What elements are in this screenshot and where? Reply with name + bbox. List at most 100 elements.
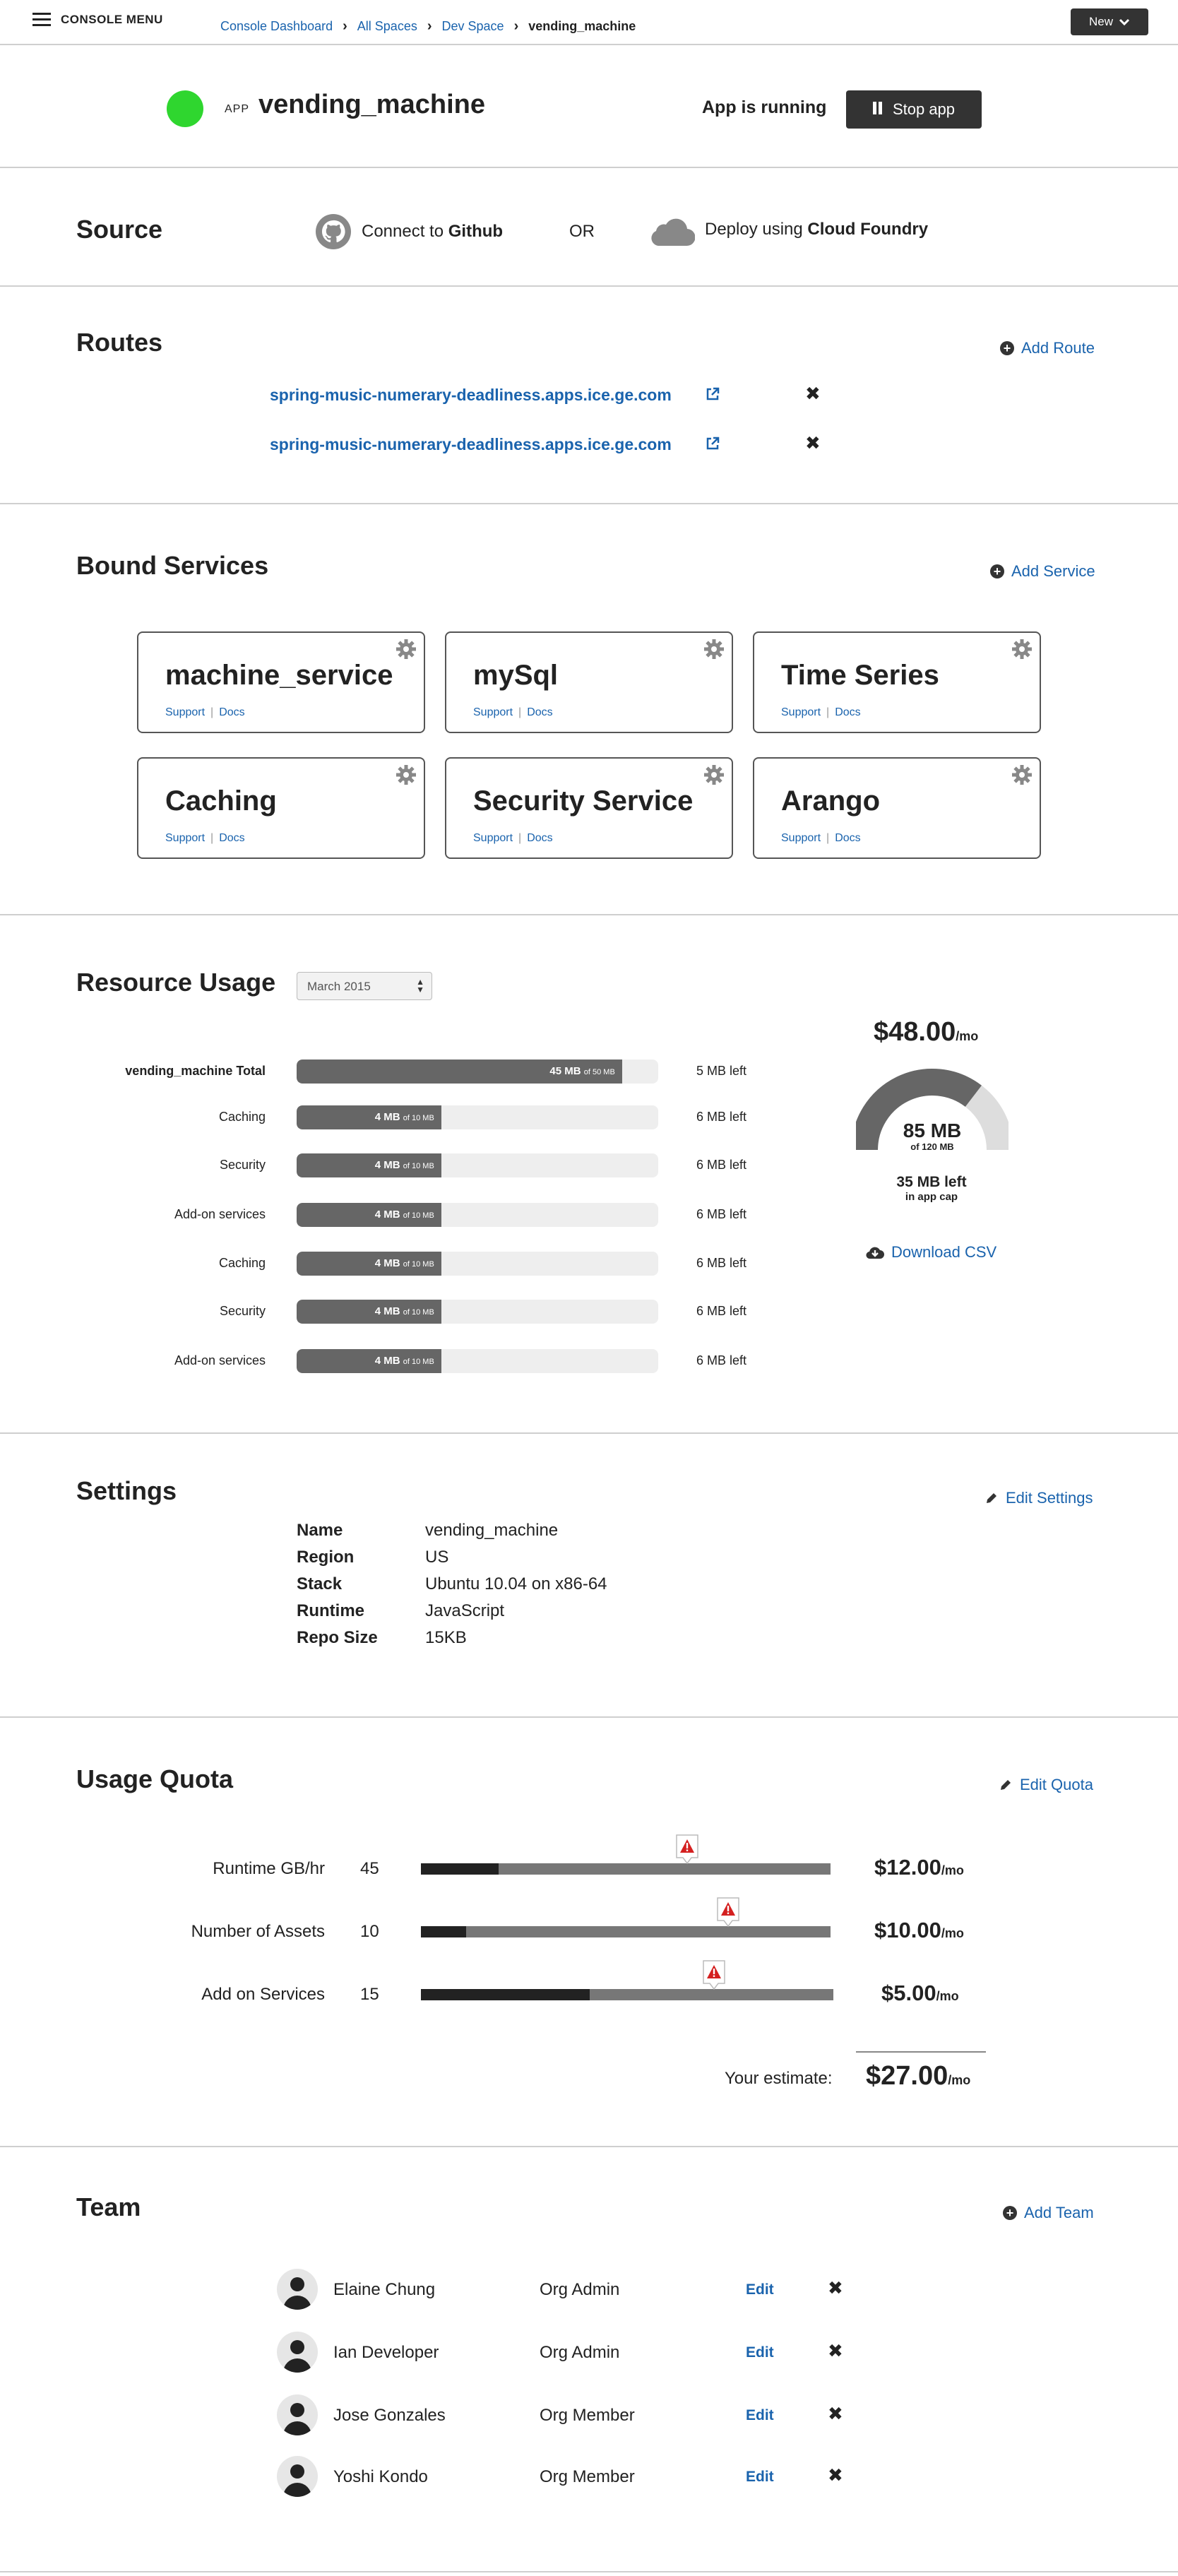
resource-of: of 10 MB — [403, 1358, 434, 1366]
gear-icon[interactable] — [1011, 639, 1033, 660]
quota-warning-icon[interactable] — [702, 1959, 726, 1990]
remove-member-icon[interactable]: ✖ — [828, 2340, 843, 2362]
add-service-button[interactable]: + Add Service — [990, 562, 1095, 581]
support-link[interactable]: Support — [165, 832, 205, 844]
month-select[interactable]: March 2015 ▲ ▼ — [297, 972, 432, 1000]
connect-github-link[interactable]: Connect to Github — [315, 213, 503, 250]
add-team-button[interactable]: + Add Team — [1003, 2204, 1094, 2222]
service-card[interactable]: machine_service Support | Docs — [137, 631, 425, 733]
team-member-name: Elaine Chung — [333, 2280, 436, 2299]
donut-value: 85 MB — [903, 1120, 962, 1141]
remove-member-icon[interactable]: ✖ — [828, 2464, 843, 2486]
resource-row-label: Caching — [218, 1110, 266, 1124]
estimate-unit: /mo — [948, 2073, 971, 2087]
route-link[interactable]: spring-music-numerary-deadliness.apps.ic… — [270, 386, 672, 405]
resource-usage-bar: 4 MB of 10 MB — [297, 1105, 658, 1129]
edit-quota-button[interactable]: Edit Quota — [999, 1776, 1093, 1794]
link-separator: | — [826, 832, 830, 844]
avatar — [277, 2332, 318, 2373]
gear-icon[interactable] — [703, 764, 725, 785]
support-link[interactable]: Support — [781, 706, 821, 718]
gear-icon[interactable] — [395, 764, 417, 785]
breadcrumb-dev-space[interactable]: Dev Space — [442, 19, 504, 34]
docs-link[interactable]: Docs — [527, 832, 552, 844]
quota-slider[interactable] — [421, 1926, 831, 1937]
quota-slider[interactable] — [421, 1989, 833, 2000]
resource-price: $48.00/mo — [874, 1017, 978, 1047]
support-link[interactable]: Support — [473, 832, 513, 844]
add-team-label: Add Team — [1024, 2204, 1094, 2221]
quota-slider[interactable] — [421, 1863, 831, 1875]
external-link-icon[interactable] — [705, 386, 720, 402]
app-cap-left: 35 MB left in app cap — [871, 1174, 992, 1203]
edit-member-link[interactable]: Edit — [746, 2281, 774, 2298]
divider — [0, 2146, 1178, 2147]
breadcrumb-all-spaces[interactable]: All Spaces — [357, 19, 417, 34]
resource-left: 6 MB left — [696, 1207, 747, 1221]
quota-warning-icon[interactable] — [716, 1897, 740, 1928]
remove-route-icon[interactable]: ✖ — [805, 383, 821, 405]
service-card-links: Support | Docs — [781, 832, 861, 845]
gear-icon[interactable] — [703, 639, 725, 660]
chevron-down-icon — [1119, 18, 1130, 26]
edit-member-link[interactable]: Edit — [746, 2469, 774, 2486]
quota-value: 15 — [360, 1985, 379, 2004]
docs-link[interactable]: Docs — [527, 706, 552, 718]
service-card-links: Support | Docs — [781, 706, 861, 719]
support-link[interactable]: Support — [781, 832, 821, 844]
edit-member-link[interactable]: Edit — [746, 2344, 774, 2361]
deploy-cloud-foundry-link[interactable]: Deploy using Cloud Foundry — [648, 212, 928, 247]
estimate-value: $27.00 — [866, 2061, 948, 2091]
breadcrumb-console-dashboard[interactable]: Console Dashboard — [220, 19, 333, 34]
remove-member-icon[interactable]: ✖ — [828, 2403, 843, 2425]
add-service-label: Add Service — [1011, 562, 1095, 580]
service-card-links: Support | Docs — [473, 706, 553, 719]
avatar — [277, 2394, 318, 2435]
remove-member-icon[interactable]: ✖ — [828, 2277, 843, 2299]
gear-icon[interactable] — [395, 639, 417, 660]
link-separator: | — [210, 832, 214, 844]
resource-usage-bar: 4 MB of 10 MB — [297, 1349, 658, 1373]
external-link-icon[interactable] — [705, 436, 720, 451]
resource-usage-fill: 4 MB of 10 MB — [297, 1203, 441, 1227]
resource-usage-bar: 4 MB of 10 MB — [297, 1300, 658, 1324]
support-link[interactable]: Support — [165, 706, 205, 718]
service-card[interactable]: Time Series Support | Docs — [753, 631, 1041, 733]
estimate-total: $27.00/mo — [866, 2061, 970, 2091]
docs-link[interactable]: Docs — [835, 706, 860, 718]
app-cap-left-note: in app cap — [905, 1191, 958, 1203]
service-card-title: Time Series — [781, 660, 939, 691]
divider — [0, 285, 1178, 287]
bound-services-title: Bound Services — [76, 551, 269, 580]
console-menu-button[interactable]: CONSOLE MENU — [32, 13, 163, 27]
docs-link[interactable]: Docs — [219, 706, 244, 718]
service-card[interactable]: Arango Support | Docs — [753, 757, 1041, 859]
service-card[interactable]: Caching Support | Docs — [137, 757, 425, 859]
quota-price-value: $10.00 — [874, 1918, 941, 1942]
stop-app-button[interactable]: Stop app — [846, 90, 982, 129]
download-csv-button[interactable]: Download CSV — [866, 1243, 996, 1262]
service-card[interactable]: Security Service Support | Docs — [445, 757, 733, 859]
resource-used: 45 MB — [549, 1065, 581, 1077]
add-route-button[interactable]: + Add Route — [1000, 339, 1095, 357]
service-card-title: Security Service — [473, 785, 694, 817]
resource-of: of 10 MB — [403, 1260, 434, 1269]
link-separator: | — [210, 706, 214, 718]
docs-link[interactable]: Docs — [219, 832, 244, 844]
docs-link[interactable]: Docs — [835, 832, 860, 844]
gear-icon[interactable] — [1011, 764, 1033, 785]
remove-route-icon[interactable]: ✖ — [805, 432, 821, 454]
service-card[interactable]: mySql Support | Docs — [445, 631, 733, 733]
setting-key: Runtime — [297, 1601, 364, 1620]
edit-settings-button[interactable]: Edit Settings — [984, 1489, 1093, 1507]
donut-center: 85 MB of 120 MB — [890, 1120, 975, 1153]
service-card-title: Arango — [781, 785, 880, 817]
resource-used: 4 MB — [374, 1305, 400, 1317]
support-link[interactable]: Support — [473, 706, 513, 718]
edit-member-link[interactable]: Edit — [746, 2407, 774, 2424]
team-member-role: Org Member — [540, 2467, 635, 2486]
quota-warning-icon[interactable] — [675, 1834, 699, 1865]
route-link[interactable]: spring-music-numerary-deadliness.apps.ic… — [270, 435, 672, 454]
new-button[interactable]: New — [1071, 8, 1148, 35]
team-member-role: Org Admin — [540, 2280, 620, 2299]
